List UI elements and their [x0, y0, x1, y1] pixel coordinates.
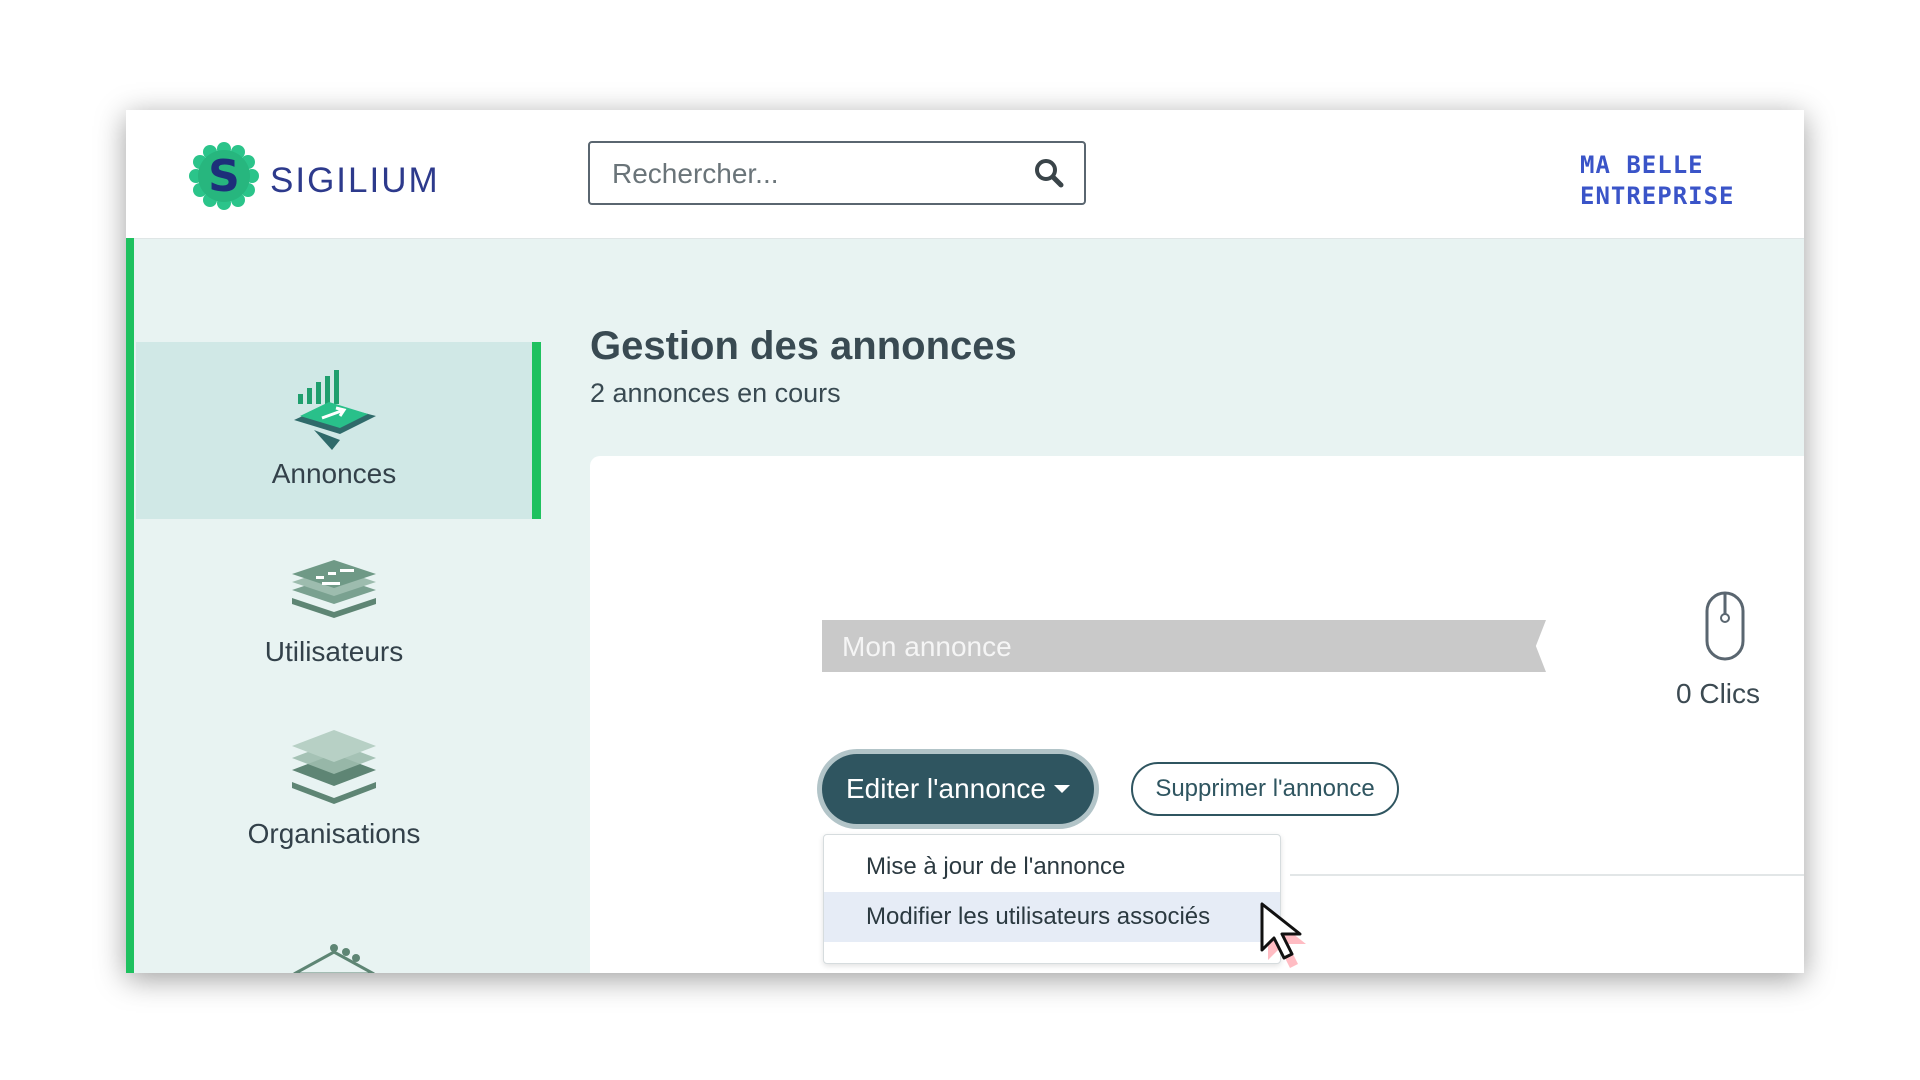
click-count: 0 Clics: [1676, 678, 1761, 709]
mouse-icon: [1705, 591, 1745, 661]
caret-down-icon: [1054, 785, 1070, 793]
search-box[interactable]: [588, 141, 1086, 205]
users-stack-icon: [292, 560, 376, 618]
edit-ad-label: Editer l'annonce: [846, 773, 1046, 804]
sidebar-item-utilisateurs[interactable]: Utilisateurs: [136, 556, 532, 696]
search-input[interactable]: [610, 153, 1014, 195]
company-logo: MA BELLE ENTREPRISE: [1580, 150, 1735, 212]
sidebar-item-label: Annonces: [271, 458, 397, 489]
sidebar-item-label: Utilisateurs: [264, 636, 404, 667]
ad-name: Mon annonce: [842, 631, 1012, 662]
sidebar: Annonces Utilisateurs Organisations: [126, 238, 588, 973]
svg-text:S: S: [208, 151, 240, 202]
edit-ad-button[interactable]: Editer l'annonce: [822, 754, 1094, 824]
page-subtitle: 2 annonces en cours: [590, 378, 841, 408]
divider: [1290, 874, 1804, 876]
brand-name: SIGILIUM: [270, 161, 440, 200]
search-icon[interactable]: [1034, 158, 1064, 188]
page-title: Gestion des annonces: [590, 324, 1017, 368]
menu-item-edit-users[interactable]: Modifier les utilisateurs associés: [824, 892, 1280, 942]
delete-ad-button[interactable]: Supprimer l'annonce: [1131, 762, 1399, 816]
app-window: S SIGILIUM MA BELLE ENTREPRISE: [126, 110, 1804, 973]
sidebar-item-annonces[interactable]: Annonces: [136, 342, 541, 519]
sidebar-item-organisations[interactable]: Organisations: [136, 728, 532, 888]
company-name-line2: ENTREPRISE: [1580, 182, 1735, 210]
mouse-pointer-icon: [1260, 902, 1306, 968]
ad-card: Mon annonce 0 Clics Editer l'annonce Sup…: [590, 456, 1804, 973]
header: S SIGILIUM MA BELLE ENTREPRISE: [126, 110, 1804, 239]
menu-item-update-ad[interactable]: Mise à jour de l'annonce: [824, 842, 1280, 892]
layers-icon: [292, 730, 376, 804]
partial-nav-icon: [293, 944, 375, 973]
chart-announcement-icon: [294, 370, 376, 450]
sigilium-logo-icon: S: [189, 142, 259, 210]
ad-name-banner: Mon annonce: [822, 620, 1546, 672]
edit-dropdown-menu: Mise à jour de l'annonce Modifier les ut…: [823, 834, 1281, 964]
sidebar-item-label: Organisations: [247, 818, 421, 849]
company-name-line1: MA BELLE: [1580, 151, 1704, 179]
